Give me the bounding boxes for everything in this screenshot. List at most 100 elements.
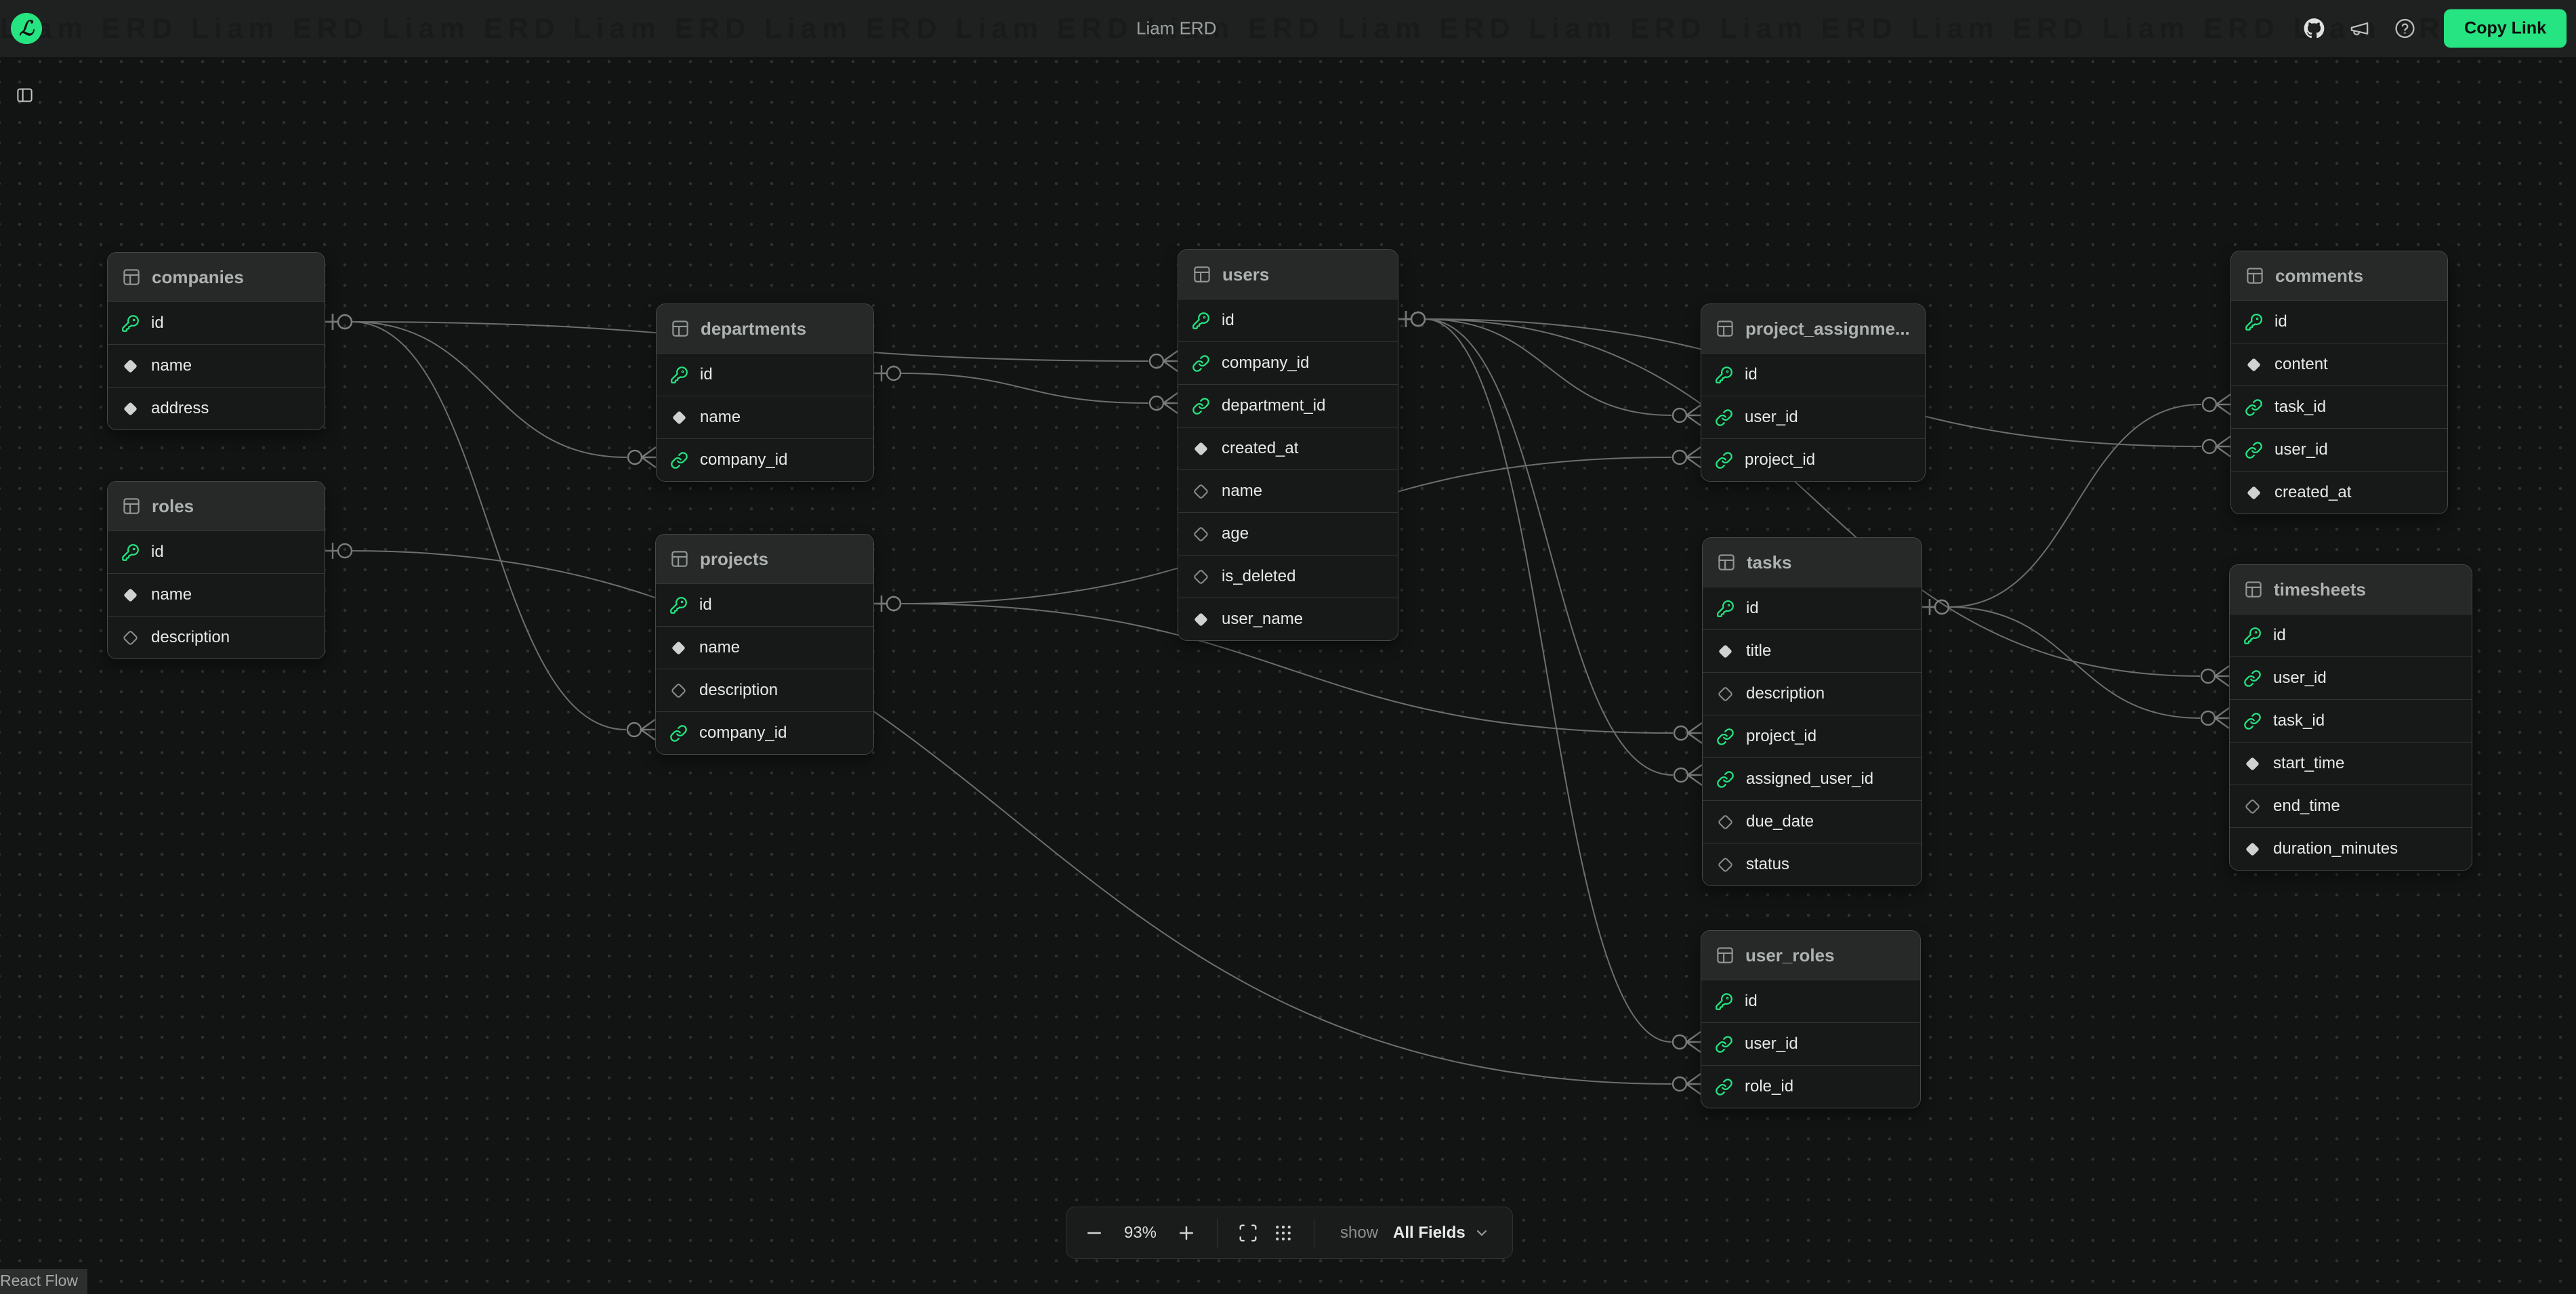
edge-roles.id-to-user_roles.role_id (324, 543, 1701, 1094)
table-node-roles[interactable]: rolesid name description (107, 481, 325, 659)
field-row-timesheets-user_id[interactable]: user_id (2230, 656, 2472, 699)
field-row-comments-created_at[interactable]: created_at (2231, 471, 2447, 514)
field-row-project_assignments-user_id[interactable]: user_id (1701, 396, 1925, 438)
field-row-users-name[interactable]: name (1178, 469, 1398, 512)
table-node-project_assignments[interactable]: project_assignme...iduser_idproject_id (1701, 304, 1926, 482)
field-row-projects-company_id[interactable]: company_id (656, 711, 873, 754)
field-row-tasks-status[interactable]: status (1703, 843, 1921, 885)
field-row-timesheets-task_id[interactable]: task_id (2230, 699, 2472, 742)
field-row-projects-name[interactable]: name (656, 626, 873, 669)
table-name: users (1222, 264, 1269, 285)
field-row-projects-id[interactable]: id (656, 583, 873, 626)
help-button[interactable] (2394, 18, 2415, 39)
field-row-timesheets-id[interactable]: id (2230, 614, 2472, 656)
table-header-projects[interactable]: projects (656, 535, 873, 583)
field-row-users-department_id[interactable]: department_id (1178, 384, 1398, 427)
field-row-timesheets-duration_minutes[interactable]: duration_minutes (2230, 827, 2472, 870)
zoom-in-button[interactable] (1176, 1223, 1197, 1243)
field-row-user_roles-role_id[interactable]: role_id (1701, 1065, 1920, 1108)
liam-logo[interactable]: ℒ (11, 13, 42, 44)
nullable-diamond-icon (2243, 797, 2262, 816)
field-row-users-is_deleted[interactable]: is_deleted (1178, 555, 1398, 598)
primary-key-icon (670, 366, 688, 384)
table-header-companies[interactable]: companies (108, 253, 325, 301)
table-node-tasks[interactable]: tasksidtitledescriptionproject_idassigne… (1702, 537, 1922, 886)
field-row-user_roles-id[interactable]: id (1701, 980, 1920, 1022)
field-row-departments-id[interactable]: id (657, 353, 873, 396)
tidy-up-button[interactable] (1273, 1223, 1293, 1243)
erd-canvas[interactable]: companiesidnameaddressrolesidnamedescrip… (0, 0, 2576, 1294)
field-name: id (2274, 312, 2287, 331)
field-row-companies-id[interactable]: id (108, 301, 325, 344)
table-node-user_roles[interactable]: user_rolesid user_id role_id (1701, 930, 1921, 1108)
field-row-comments-content[interactable]: content (2231, 343, 2447, 385)
announcements-button[interactable] (2349, 18, 2370, 39)
react-flow-attribution[interactable]: React Flow (0, 1269, 87, 1294)
field-row-roles-description[interactable]: description (108, 616, 325, 659)
copy-link-button[interactable]: Copy Link (2444, 9, 2567, 48)
field-row-project_assignments-project_id[interactable]: project_id (1701, 438, 1925, 481)
field-row-comments-task_id[interactable]: task_id (2231, 385, 2447, 428)
field-row-tasks-id[interactable]: id (1703, 587, 1921, 629)
field-row-comments-id[interactable]: id (2231, 300, 2447, 343)
field-row-timesheets-start_time[interactable]: start_time (2230, 742, 2472, 785)
table-header-user_roles[interactable]: user_roles (1701, 931, 1920, 980)
table-icon (1715, 318, 1735, 339)
foreign-key-icon (1192, 397, 1210, 415)
field-name: id (1745, 992, 1758, 1011)
field-row-users-user_name[interactable]: user_name (1178, 598, 1398, 640)
field-row-users-id[interactable]: id (1178, 299, 1398, 341)
not-null-diamond-icon (2243, 755, 2262, 773)
field-row-roles-id[interactable]: id (108, 530, 325, 573)
field-name: user_id (1745, 1035, 1798, 1053)
table-header-project_assignments[interactable]: project_assignme... (1701, 304, 1925, 353)
field-name: company_id (700, 451, 787, 469)
foreign-key-icon (2245, 398, 2263, 417)
table-node-projects[interactable]: projectsidnamedescriptioncompany_id (655, 534, 874, 755)
table-header-users[interactable]: users (1178, 250, 1398, 299)
foreign-key-icon (1192, 354, 1210, 373)
field-row-projects-description[interactable]: description (656, 669, 873, 711)
table-header-comments[interactable]: comments (2231, 251, 2447, 300)
table-node-companies[interactable]: companiesid name address (107, 252, 325, 430)
github-button[interactable] (2304, 18, 2325, 39)
table-node-comments[interactable]: comments id contenttask_iduser_idcreated_a… (2230, 251, 2448, 514)
field-row-tasks-assigned_user_id[interactable]: assigned_user_id (1703, 757, 1921, 800)
field-row-user_roles-user_id[interactable]: user_id (1701, 1022, 1920, 1065)
table-node-departments[interactable]: departmentsidname company_id (656, 304, 874, 482)
field-row-companies-name[interactable]: name (108, 344, 325, 387)
table-node-users[interactable]: users idcompany_iddepartment_idcreated_at… (1178, 249, 1398, 641)
field-row-users-created_at[interactable]: created_at (1178, 427, 1398, 469)
field-row-tasks-description[interactable]: description (1703, 672, 1921, 715)
field-row-users-age[interactable]: age (1178, 512, 1398, 555)
field-name: name (1222, 482, 1262, 501)
sidebar-toggle-button[interactable] (11, 83, 38, 110)
field-row-tasks-project_id[interactable]: project_id (1703, 715, 1921, 757)
table-header-departments[interactable]: departments (657, 304, 873, 353)
field-name: name (151, 585, 192, 604)
field-name: name (151, 356, 192, 375)
app-header: Liam ERD Liam ERD Liam ERD Liam ERD Liam… (0, 0, 2576, 57)
field-row-departments-name[interactable]: name (657, 396, 873, 438)
fit-view-button[interactable] (1238, 1223, 1258, 1243)
field-row-departments-company_id[interactable]: company_id (657, 438, 873, 481)
field-row-comments-user_id[interactable]: user_id (2231, 428, 2447, 471)
chevron-down-icon (1474, 1225, 1490, 1241)
grid-dots-icon (1273, 1223, 1293, 1243)
zoom-out-button[interactable] (1084, 1223, 1104, 1243)
field-row-tasks-due_date[interactable]: due_date (1703, 800, 1921, 843)
primary-key-icon (1716, 600, 1734, 618)
field-row-tasks-title[interactable]: title (1703, 629, 1921, 672)
field-row-project_assignments-id[interactable]: id (1701, 353, 1925, 396)
field-row-companies-address[interactable]: address (108, 387, 325, 430)
field-row-users-company_id[interactable]: company_id (1178, 341, 1398, 384)
field-name: age (1222, 524, 1249, 543)
field-row-timesheets-end_time[interactable]: end_time (2230, 785, 2472, 827)
table-node-timesheets[interactable]: timesheetsiduser_idtask_idstart_timeend_… (2229, 564, 2472, 871)
table-header-roles[interactable]: roles (108, 482, 325, 530)
table-header-tasks[interactable]: tasks (1703, 538, 1921, 587)
table-header-timesheets[interactable]: timesheets (2230, 565, 2472, 614)
table-name: project_assignme... (1745, 318, 1910, 339)
fields-filter-select[interactable]: All Fields (1393, 1224, 1490, 1243)
field-row-roles-name[interactable]: name (108, 573, 325, 616)
